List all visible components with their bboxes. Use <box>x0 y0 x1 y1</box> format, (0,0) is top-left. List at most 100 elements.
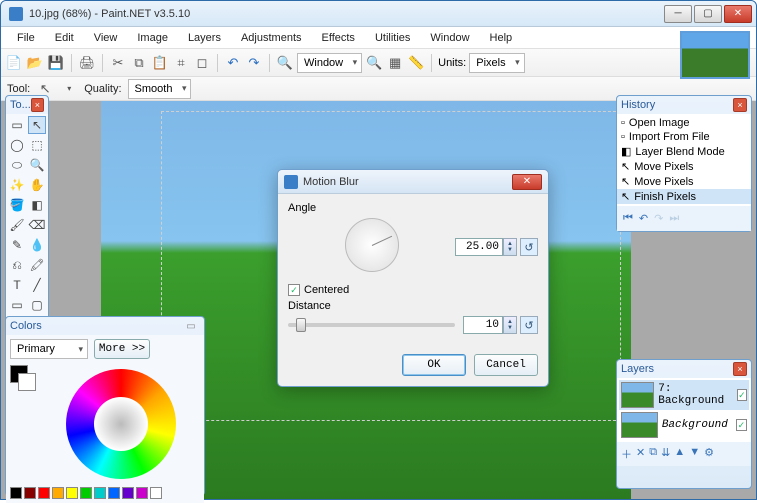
duplicate-layer-icon[interactable]: ⧉ <box>649 446 657 462</box>
layer-props-icon[interactable]: ⚙ <box>704 446 714 462</box>
layer-row[interactable]: Background ✓ <box>619 410 749 440</box>
palette-swatch[interactable] <box>24 487 36 499</box>
history-item[interactable]: ◧Layer Blend Mode <box>617 144 751 159</box>
paste-icon[interactable]: 📋 <box>151 54 169 72</box>
print-icon[interactable]: 🖨 <box>78 54 96 72</box>
history-forward-icon[interactable]: ⏭ <box>669 212 679 225</box>
zoom-fit-icon[interactable]: 🔍 <box>365 54 383 72</box>
history-item[interactable]: ↖Move Pixels <box>617 159 751 174</box>
cut-icon[interactable]: ✂ <box>109 54 127 72</box>
palette-swatch[interactable] <box>80 487 92 499</box>
layers-panel-close[interactable]: × <box>733 362 747 376</box>
layer-down-icon[interactable]: ▼ <box>689 446 700 462</box>
tool-lasso[interactable]: ◯ <box>8 136 26 154</box>
tool-pan[interactable]: ✋ <box>28 176 46 194</box>
ruler-icon[interactable]: 📏 <box>407 54 425 72</box>
tool-color-picker[interactable]: 💧 <box>28 236 46 254</box>
tool-rounded-rect[interactable]: ▢ <box>28 296 46 314</box>
cancel-button[interactable]: Cancel <box>474 354 538 376</box>
angle-input[interactable] <box>455 238 503 256</box>
palette-swatch[interactable] <box>10 487 22 499</box>
menu-edit[interactable]: Edit <box>45 29 84 47</box>
palette-swatch[interactable] <box>108 487 120 499</box>
slider-thumb[interactable] <box>296 318 306 332</box>
tool-magic-wand[interactable]: ✨ <box>8 176 26 194</box>
palette-swatch[interactable] <box>38 487 50 499</box>
quality-dropdown[interactable]: Smooth <box>128 79 192 99</box>
tool-dropdown-icon[interactable]: ▾ <box>60 80 78 98</box>
distance-input[interactable] <box>463 316 503 334</box>
secondary-color-swatch[interactable] <box>18 373 36 391</box>
tool-paint-bucket[interactable]: 🪣 <box>8 196 26 214</box>
tool-move-selection[interactable]: ⬚ <box>28 136 46 154</box>
colors-panel-collapse-icon[interactable]: ▭ <box>182 317 200 335</box>
history-rewind-icon[interactable]: ⏮ <box>623 212 633 225</box>
tool-zoom[interactable]: 🔍 <box>28 156 46 174</box>
units-dropdown[interactable]: Pixels <box>469 53 524 73</box>
distance-slider[interactable] <box>288 323 455 327</box>
layer-visibility-checkbox[interactable]: ✓ <box>737 389 747 401</box>
menu-effects[interactable]: Effects <box>312 29 365 47</box>
history-undo-icon[interactable]: ↶ <box>639 212 648 225</box>
tool-rect-select[interactable]: ▭ <box>8 116 26 134</box>
delete-layer-icon[interactable]: ✕ <box>636 446 645 462</box>
maximize-button[interactable]: ▢ <box>694 5 722 23</box>
dialog-close-button[interactable]: ✕ <box>512 174 542 190</box>
distance-reset-button[interactable]: ↺ <box>520 316 538 334</box>
history-panel-close[interactable]: × <box>733 98 747 112</box>
color-wheel[interactable] <box>66 369 176 479</box>
angle-spinner[interactable]: ▲▼ <box>503 238 517 256</box>
tool-text[interactable]: T <box>8 276 26 294</box>
add-layer-icon[interactable]: ＋ <box>621 446 632 462</box>
tool-ellipse-select[interactable]: ⬭ <box>8 156 26 174</box>
history-item[interactable]: ▫Open Image <box>617 116 751 130</box>
menu-adjustments[interactable]: Adjustments <box>231 29 312 47</box>
tool-move[interactable]: ↖ <box>28 116 46 134</box>
menu-layers[interactable]: Layers <box>178 29 231 47</box>
deselect-icon[interactable]: ◻ <box>193 54 211 72</box>
menu-file[interactable]: File <box>7 29 45 47</box>
palette-swatch[interactable] <box>150 487 162 499</box>
distance-spinner[interactable]: ▲▼ <box>503 316 517 334</box>
crop-icon[interactable]: ⌗ <box>172 54 190 72</box>
layer-visibility-checkbox[interactable]: ✓ <box>736 419 747 431</box>
window-zoom-dropdown[interactable]: Window <box>297 53 362 73</box>
menu-image[interactable]: Image <box>127 29 178 47</box>
layer-row[interactable]: 7: Background ✓ <box>619 380 749 410</box>
tool-eraser[interactable]: ⌫ <box>28 216 46 234</box>
tool-paintbrush[interactable]: 🖌 <box>8 216 26 234</box>
undo-icon[interactable]: ↶ <box>224 54 242 72</box>
tool-line[interactable]: ╱ <box>28 276 46 294</box>
layer-up-icon[interactable]: ▲ <box>674 446 685 462</box>
history-redo-icon[interactable]: ↷ <box>654 212 663 225</box>
new-icon[interactable]: 📄 <box>5 54 23 72</box>
palette-swatch[interactable] <box>52 487 64 499</box>
palette-swatch[interactable] <box>66 487 78 499</box>
tools-panel-close[interactable]: × <box>31 98 44 112</box>
tool-recolor[interactable]: 🖍 <box>28 256 46 274</box>
menu-view[interactable]: View <box>84 29 128 47</box>
tool-pencil[interactable]: ✎ <box>8 236 26 254</box>
menu-help[interactable]: Help <box>480 29 523 47</box>
history-item[interactable]: ↖Move Pixels <box>617 174 751 189</box>
zoom-icon[interactable]: 🔍 <box>276 54 294 72</box>
redo-icon[interactable]: ↷ <box>245 54 263 72</box>
open-icon[interactable]: 📂 <box>26 54 44 72</box>
palette-swatch[interactable] <box>136 487 148 499</box>
color-mode-dropdown[interactable]: Primary <box>10 339 88 359</box>
centered-checkbox[interactable]: ✓ <box>288 284 300 296</box>
minimize-button[interactable]: ─ <box>664 5 692 23</box>
copy-icon[interactable]: ⧉ <box>130 54 148 72</box>
tool-clone-stamp[interactable]: ⎌ <box>8 256 26 274</box>
angle-reset-button[interactable]: ↺ <box>520 238 538 256</box>
palette-swatch[interactable] <box>94 487 106 499</box>
history-item[interactable]: ▫Import From File <box>617 130 751 144</box>
history-item[interactable]: ↖Finish Pixels <box>617 189 751 204</box>
menu-utilities[interactable]: Utilities <box>365 29 420 47</box>
save-icon[interactable]: 💾 <box>47 54 65 72</box>
angle-dial[interactable] <box>345 218 399 272</box>
tool-rectangle[interactable]: ▭ <box>8 296 26 314</box>
image-preview-thumbnail[interactable] <box>680 31 750 79</box>
colors-more-button[interactable]: More >> <box>94 339 150 359</box>
grid-icon[interactable]: ▦ <box>386 54 404 72</box>
